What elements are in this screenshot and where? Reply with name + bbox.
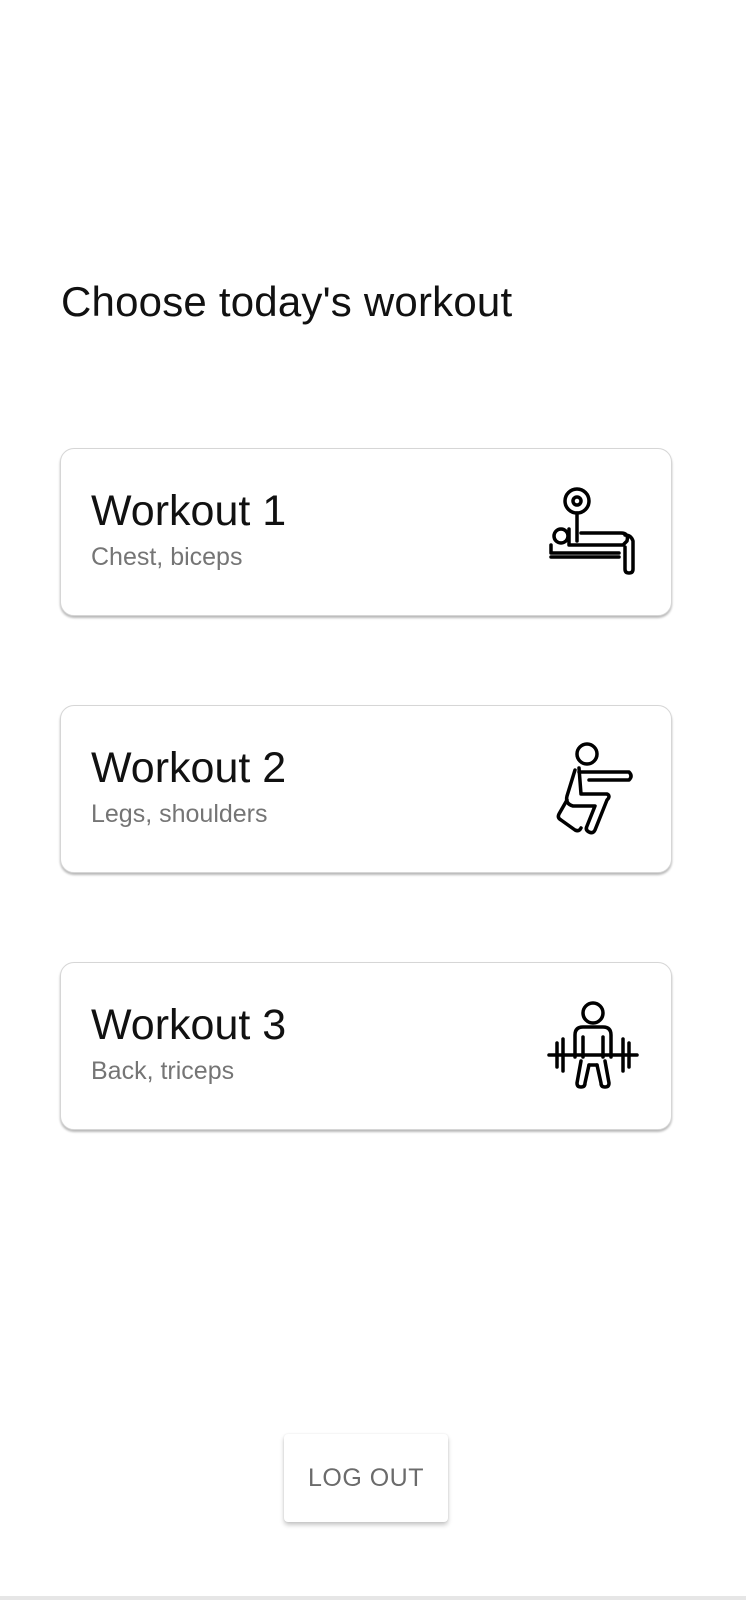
- workout-card-3[interactable]: Workout 3 Back, triceps: [60, 962, 672, 1130]
- page-title: Choose today's workout: [61, 278, 513, 325]
- workout-subtitle: Back, triceps: [91, 1057, 235, 1085]
- workout-subtitle: Legs, shoulders: [91, 800, 268, 828]
- deadlift-icon: [545, 999, 641, 1095]
- squat-icon: [545, 742, 641, 838]
- workout-card-1[interactable]: Workout 1 Chest, biceps: [60, 448, 672, 616]
- logout-button[interactable]: LOG OUT: [284, 1434, 448, 1522]
- workout-title: Workout 3: [91, 1001, 287, 1049]
- workout-card-2[interactable]: Workout 2 Legs, shoulders: [60, 705, 672, 873]
- workout-title: Workout 1: [91, 487, 287, 535]
- workout-subtitle: Chest, biceps: [91, 543, 243, 571]
- workout-title: Workout 2: [91, 744, 287, 792]
- bench-press-icon: [545, 485, 641, 581]
- bottom-divider: [0, 1596, 746, 1600]
